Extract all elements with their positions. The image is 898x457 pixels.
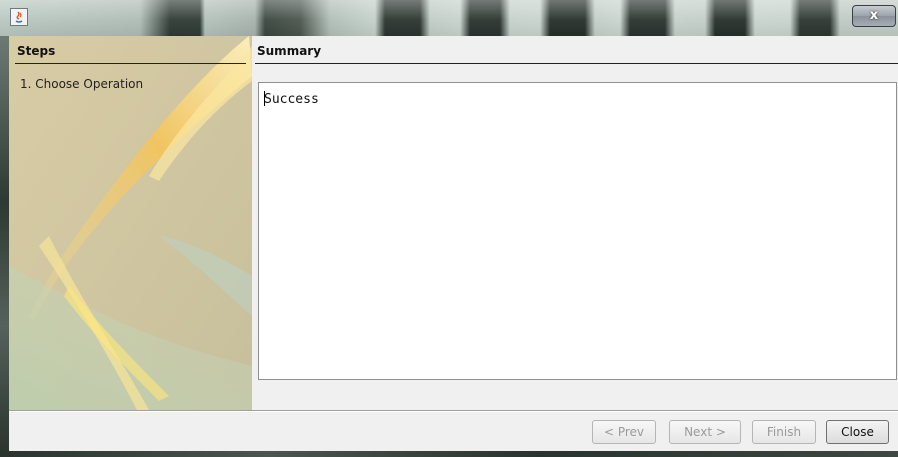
summary-text-area[interactable]: Success: [258, 82, 897, 380]
finish-button[interactable]: Finish: [752, 420, 816, 444]
step-item-choose-operation: 1. Choose Operation: [20, 77, 144, 91]
close-button[interactable]: Close: [826, 420, 889, 444]
wizard-window: x Steps 1. Choose Operation Summary Succ…: [0, 0, 898, 457]
steps-panel: Steps 1. Choose Operation: [9, 36, 252, 410]
summary-divider: [255, 63, 898, 64]
steps-background-image: [9, 36, 252, 410]
window-frame-left: [0, 36, 9, 451]
title-bar[interactable]: x: [0, 0, 898, 36]
summary-header: Summary: [257, 44, 322, 58]
summary-text-value: Success: [264, 92, 319, 107]
close-icon[interactable]: x: [852, 5, 896, 27]
next-button[interactable]: Next >: [669, 420, 741, 444]
prev-button[interactable]: < Prev: [592, 420, 656, 444]
java-icon[interactable]: [10, 8, 28, 26]
window-frame-bottom: [0, 451, 898, 457]
steps-header: Steps: [17, 44, 56, 58]
button-bar-divider-highlight: [9, 411, 898, 412]
summary-text-content: Success: [264, 91, 319, 107]
wizard-content: Steps 1. Choose Operation Summary Succes…: [9, 36, 898, 451]
steps-divider: [15, 63, 246, 64]
